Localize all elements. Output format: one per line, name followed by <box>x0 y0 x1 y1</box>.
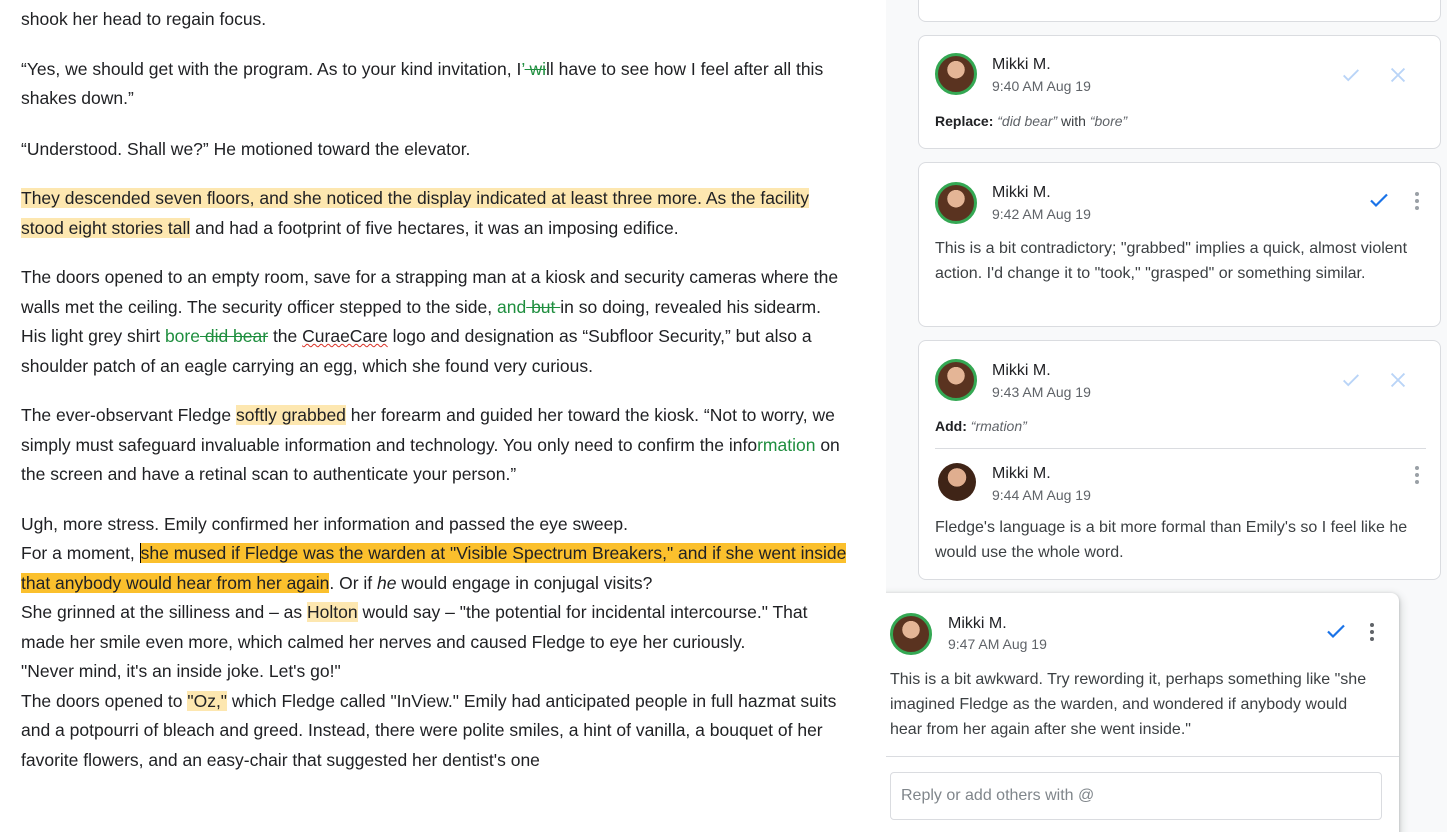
commented-text[interactable]: Holton <box>307 602 358 622</box>
suggestion-text: Add: “rmation” <box>935 418 1027 434</box>
avatar <box>890 613 932 655</box>
divider <box>886 756 1399 757</box>
avatar <box>938 463 976 501</box>
paragraph[interactable]: The ever-observant Fledge softly grabbed… <box>21 401 851 490</box>
commented-text[interactable]: "Oz," <box>187 690 228 711</box>
suggested-insertion[interactable]: bore <box>165 326 200 346</box>
suggested-insertion[interactable]: and <box>497 297 526 317</box>
avatar <box>935 53 977 95</box>
comment-card[interactable]: Mikki M. 9:42 AM Aug 19 This is a bit co… <box>918 162 1441 327</box>
comment-body: This is a bit awkward. Try rewording it,… <box>890 671 1367 738</box>
active-comment-card[interactable]: Mikki M. 9:47 AM Aug 19 This is a bit aw… <box>886 593 1399 832</box>
reply-author: Mikki M. <box>992 465 1051 482</box>
more-options-icon[interactable] <box>1370 623 1374 644</box>
avatar <box>935 359 977 401</box>
comment-author: Mikki M. <box>992 362 1051 379</box>
paragraph[interactable]: They descended seven floors, and she not… <box>21 184 851 243</box>
more-options-icon[interactable] <box>1415 192 1419 213</box>
comment-author: Mikki M. <box>992 184 1051 201</box>
comments-sidebar: Mikki M. 9:40 AM Aug 19 Replace: “did be… <box>886 0 1447 832</box>
paragraph-fragment[interactable]: shook her head to regain focus. <box>21 5 851 35</box>
accept-suggestion-icon[interactable] <box>1340 369 1362 391</box>
reject-suggestion-icon[interactable] <box>1387 64 1409 86</box>
comment-author: Mikki M. <box>992 56 1051 73</box>
reply-timestamp: 9:44 AM Aug 19 <box>992 487 1091 503</box>
suggestion-text: Replace: “did bear” with “bore” <box>935 113 1128 129</box>
suggested-deletion[interactable]: but <box>526 297 560 317</box>
reply-input[interactable] <box>890 772 1382 820</box>
paragraph[interactable]: The doors opened to an empty room, save … <box>21 263 851 381</box>
reply-body: Fledge's language is a bit more formal t… <box>935 519 1408 561</box>
avatar <box>935 182 977 224</box>
spelling-error[interactable]: CuraeCare <box>302 326 388 346</box>
paragraph[interactable]: Ugh, more stress. Emily confirmed her in… <box>21 510 851 776</box>
reject-suggestion-icon[interactable] <box>1387 369 1409 391</box>
divider <box>935 448 1426 449</box>
comment-body: This is a bit contradictory; "grabbed" i… <box>935 240 1408 282</box>
paragraph[interactable]: “Understood. Shall we?” He motioned towa… <box>21 135 851 165</box>
resolve-checkmark-icon[interactable] <box>1324 619 1348 643</box>
comment-timestamp: 9:43 AM Aug 19 <box>992 384 1091 400</box>
suggestion-card-replace[interactable]: Mikki M. 9:40 AM Aug 19 Replace: “did be… <box>918 35 1441 149</box>
accept-suggestion-icon[interactable] <box>1340 64 1362 86</box>
suggestion-card-add[interactable]: Mikki M. 9:43 AM Aug 19 Add: “rmation” M… <box>918 340 1441 580</box>
suggested-deletion[interactable]: wi <box>525 59 546 79</box>
comment-timestamp: 9:42 AM Aug 19 <box>992 206 1091 222</box>
commented-text[interactable]: softly grabbed <box>235 405 346 425</box>
comment-timestamp: 9:47 AM Aug 19 <box>948 636 1047 652</box>
comment-timestamp: 9:40 AM Aug 19 <box>992 78 1091 94</box>
document-canvas[interactable]: shook her head to regain focus. “Yes, we… <box>0 0 886 832</box>
comment-card-partial[interactable] <box>918 0 1441 22</box>
comment-author: Mikki M. <box>948 615 1007 632</box>
suggested-deletion[interactable]: did bear <box>200 326 268 346</box>
resolve-checkmark-icon[interactable] <box>1367 188 1391 212</box>
suggested-insertion[interactable]: rmation <box>757 435 815 455</box>
document-text[interactable]: shook her head to regain focus. “Yes, we… <box>21 5 851 775</box>
more-options-icon[interactable] <box>1415 466 1419 487</box>
paragraph[interactable]: “Yes, we should get with the program. As… <box>21 55 851 114</box>
